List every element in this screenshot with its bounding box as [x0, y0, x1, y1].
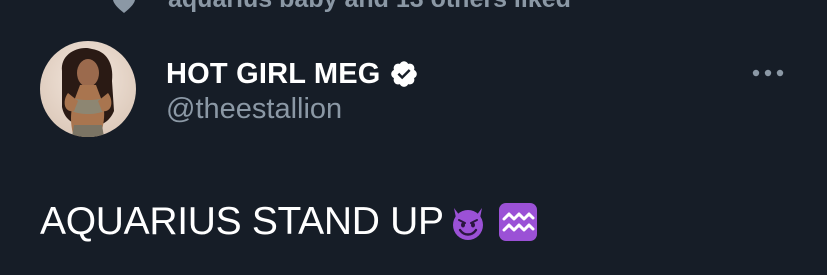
tweet-text: AQUARIUS STAND UP — [40, 200, 538, 244]
heart-icon — [113, 0, 135, 13]
verified-badge-icon — [390, 61, 417, 87]
author-display-name[interactable]: HOT GIRL MEG — [166, 58, 381, 91]
author-handle[interactable]: @theestallion — [166, 93, 342, 126]
author-name-row[interactable]: HOT GIRL MEG — [166, 54, 419, 94]
aquarius-sign-emoji — [498, 203, 537, 241]
smiling-devil-emoji — [452, 208, 483, 240]
avatar[interactable] — [40, 41, 136, 137]
more-options-icon — [752, 69, 784, 77]
social-context-text: aquarius baby and 13 others liked — [168, 0, 571, 14]
profile-avatar-image — [40, 41, 136, 137]
more-options-button[interactable] — [744, 60, 792, 86]
tweet-text-content: AQUARIUS STAND UP — [40, 200, 444, 243]
